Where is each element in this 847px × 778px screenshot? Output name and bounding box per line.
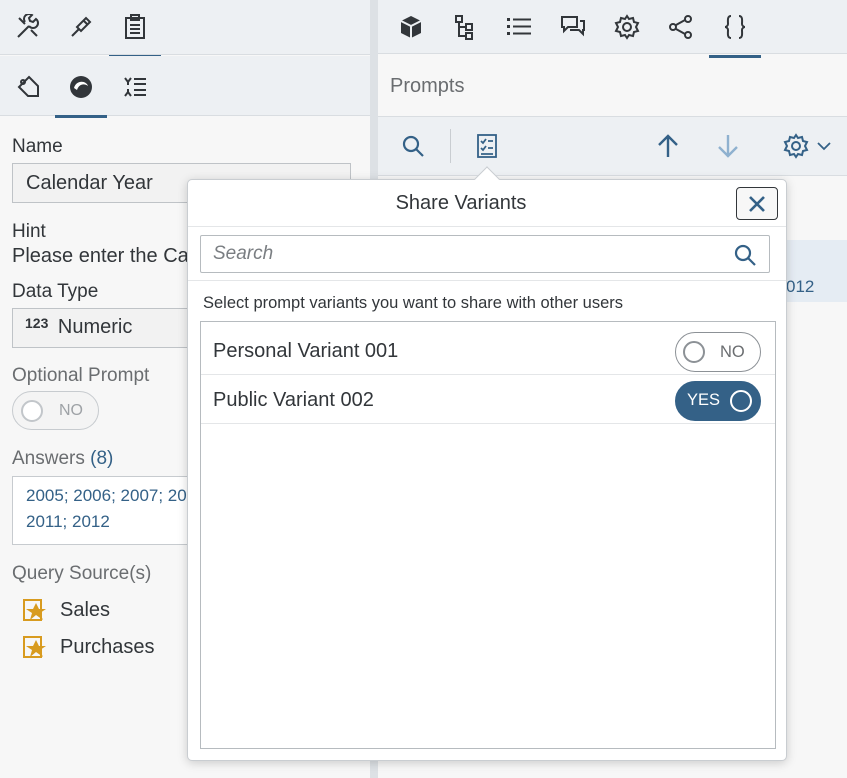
- popover-title: Share Variants: [395, 192, 527, 214]
- list-icon[interactable]: [497, 5, 541, 49]
- answers-count: (8): [90, 448, 114, 469]
- clipboard-icon[interactable]: [109, 5, 161, 58]
- close-icon: [749, 195, 765, 212]
- answers-label-text: Answers: [12, 448, 85, 469]
- prompts-toolbar: [378, 116, 847, 176]
- hint-text: Please enter the Ca: [12, 245, 189, 267]
- row-partial-text: 012: [786, 277, 815, 296]
- variant-name: Personal Variant 001: [213, 340, 399, 362]
- curly-braces-icon[interactable]: [709, 5, 761, 58]
- share-variants-popover: Share Variants Select prompt variants yo…: [187, 166, 787, 761]
- toggle-state-text: YES: [687, 391, 721, 409]
- format-brush-icon[interactable]: [59, 5, 103, 49]
- cube-icon[interactable]: [389, 5, 433, 49]
- answers-label: Answers (8): [12, 448, 113, 470]
- list-collapse-icon[interactable]: [113, 65, 157, 109]
- move-up-arrow-icon[interactable]: [646, 124, 690, 168]
- share-toggle[interactable]: YES: [675, 381, 761, 421]
- gear-icon: [783, 133, 809, 159]
- toggle-state-text: NO: [59, 402, 83, 419]
- settings-gear-icon[interactable]: [605, 5, 649, 49]
- list-item: Personal Variant 001 NO: [201, 327, 775, 375]
- settings-menu-button[interactable]: [774, 124, 840, 168]
- share-icon[interactable]: [659, 5, 703, 49]
- hierarchy-icon[interactable]: [443, 5, 487, 49]
- optional-prompt-toggle[interactable]: NO: [12, 391, 99, 430]
- search-input[interactable]: [213, 242, 713, 266]
- toggle-knob: [683, 341, 705, 363]
- move-down-arrow-icon[interactable]: [706, 124, 750, 168]
- search-field[interactable]: [200, 235, 770, 273]
- query-source-label: Query Source(s): [12, 563, 152, 584]
- left-toolbar-sub: [0, 56, 370, 118]
- data-type-label: Data Type: [12, 281, 99, 302]
- instruction-text: Select prompt variants you want to share…: [203, 294, 624, 312]
- close-button[interactable]: [736, 187, 778, 220]
- hint-label: Hint: [12, 221, 46, 242]
- variants-list: Personal Variant 001 NO Public Variant 0…: [200, 321, 776, 749]
- query-source-icon: [23, 636, 46, 658]
- data-type-value: Numeric: [57, 316, 133, 338]
- name-label: Name: [12, 136, 63, 157]
- query-source-item[interactable]: Purchases: [22, 634, 155, 660]
- toggle-knob: [730, 390, 752, 412]
- numeric-type-icon: 123: [25, 315, 49, 331]
- query-source-name: Purchases: [60, 635, 155, 658]
- toggle-knob: [21, 400, 43, 422]
- toolbar-divider: [450, 129, 451, 163]
- variant-name: Public Variant 002: [213, 389, 374, 411]
- search-icon[interactable]: [733, 243, 757, 267]
- comments-icon[interactable]: [551, 5, 595, 49]
- search-divider: [188, 280, 786, 281]
- tools-icon[interactable]: [6, 5, 50, 49]
- share-toggle[interactable]: NO: [675, 332, 761, 372]
- right-toolbar-top: [378, 0, 847, 58]
- left-toolbar-top: [0, 0, 370, 58]
- query-source-name: Sales: [60, 598, 111, 621]
- prompts-title: Prompts: [390, 75, 465, 97]
- optional-prompt-label: Optional Prompt: [12, 365, 150, 386]
- chevron-down-icon: [817, 142, 831, 151]
- query-source-item[interactable]: Sales: [22, 597, 110, 623]
- query-source-icon: [23, 599, 46, 621]
- search-icon[interactable]: [391, 124, 435, 168]
- variants-checklist-icon[interactable]: [465, 124, 509, 168]
- prompt-swirl-icon[interactable]: [55, 65, 107, 118]
- list-item: Public Variant 002 YES: [201, 376, 775, 424]
- toggle-state-text: NO: [720, 343, 745, 361]
- tag-icon[interactable]: [6, 65, 50, 109]
- header-divider: [188, 226, 786, 227]
